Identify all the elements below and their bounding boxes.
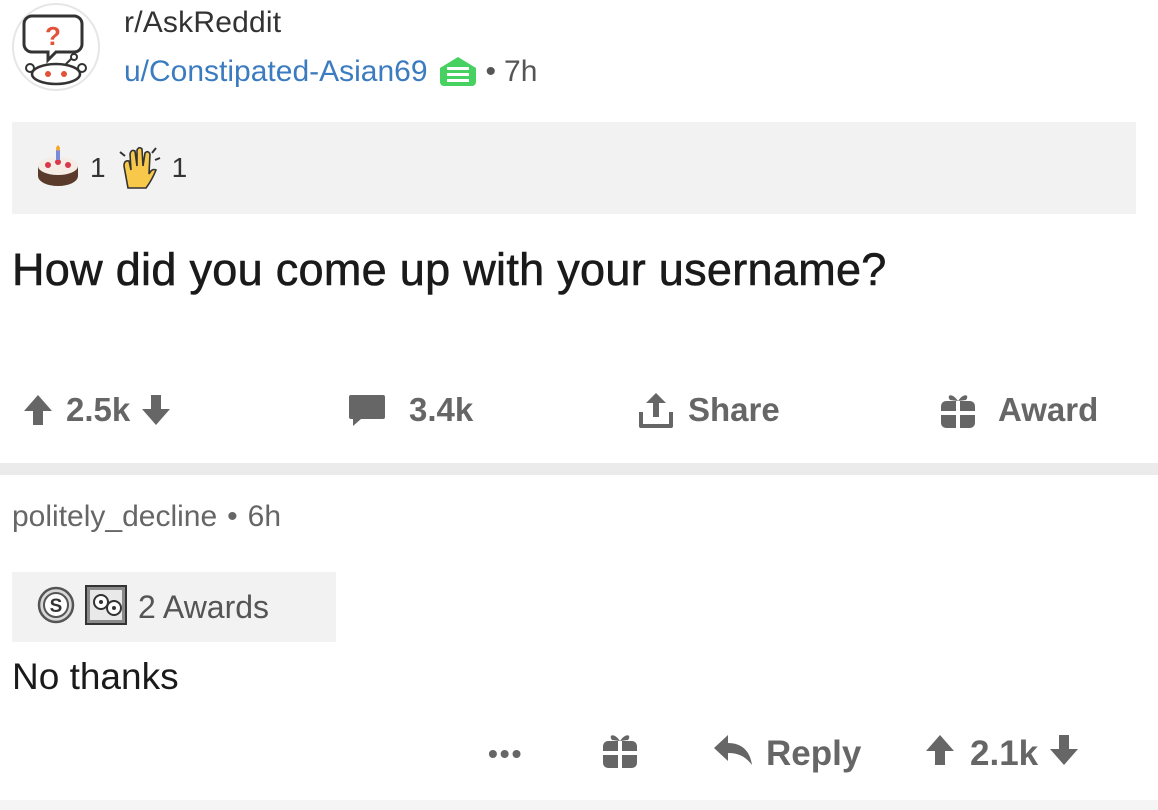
downvote-arrow-icon[interactable]	[1048, 733, 1080, 776]
svg-text:S: S	[50, 596, 63, 617]
post-award-button[interactable]: Award	[938, 380, 1098, 440]
downvote-arrow-icon[interactable]	[140, 393, 172, 427]
post-meta-separator: •	[485, 55, 497, 88]
post-author-line: u/Constipated-Asian69 • 7h	[124, 54, 537, 90]
upvote-arrow-icon[interactable]	[924, 733, 956, 776]
comment-author[interactable]: politely_decline	[12, 500, 217, 533]
comment-bubble-icon	[347, 392, 387, 428]
comment-timestamp: 6h	[247, 500, 282, 533]
reply-arrow-icon	[712, 733, 754, 776]
section-divider	[0, 463, 1158, 475]
clapping-award-count: 1	[171, 152, 188, 183]
post-timestamp: 7h	[504, 55, 538, 88]
comment-awards-bar[interactable]: S 2 Awards	[12, 572, 336, 642]
share-label: Share	[688, 391, 780, 428]
comment-meta-separator: •	[227, 500, 238, 533]
cake-award-count: 1	[90, 152, 106, 183]
post-action-bar: 2.5k 3.4k Share Award	[0, 380, 1158, 440]
comment-action-bar: ••• Reply 2.1k	[0, 722, 1158, 786]
subreddit-avatar-icon[interactable]: ?	[10, 2, 102, 92]
post-author-link[interactable]: u/Constipated-Asian69	[124, 55, 428, 89]
comment-meta: politely_decline • 6h	[12, 500, 281, 534]
face-picture-award-icon	[84, 584, 128, 631]
svg-text:?: ?	[45, 21, 61, 51]
award-label: Award	[998, 391, 1099, 428]
comment-vote-control: 2.1k	[924, 722, 1080, 786]
comment-award-button[interactable]	[600, 722, 640, 786]
post-score: 2.5k	[66, 391, 131, 428]
moderator-shield-icon	[436, 54, 480, 90]
comment-body: No thanks	[12, 656, 179, 697]
reply-button[interactable]: Reply	[712, 722, 861, 786]
post-title[interactable]: How did you come up with your username?	[12, 244, 887, 296]
post-header: ? r/AskReddit u/Constipated-Asian69 • 7h	[0, 0, 1158, 110]
bottom-divider	[0, 800, 1158, 810]
upvote-arrow-icon[interactable]	[22, 393, 54, 427]
cake-award-icon	[34, 144, 82, 192]
reply-label: Reply	[766, 734, 862, 773]
comment-score: 2.1k	[970, 734, 1039, 773]
gift-icon	[600, 730, 640, 779]
post-awards-bar[interactable]: 1 1	[12, 122, 1136, 214]
post-share-button[interactable]: Share	[638, 380, 780, 440]
post-comments-button[interactable]: 3.4k	[347, 380, 473, 440]
share-upload-icon	[638, 390, 674, 430]
post-comment-count: 3.4k	[409, 391, 474, 428]
more-options-button[interactable]: •••	[488, 722, 523, 786]
post-vote-control: 2.5k	[22, 380, 172, 440]
silver-coin-award-icon: S	[36, 585, 76, 630]
gift-icon	[938, 390, 978, 430]
clapping-hands-award-icon	[116, 144, 164, 192]
comment-awards-label: 2 Awards	[138, 588, 270, 625]
subreddit-name[interactable]: r/AskReddit	[124, 6, 281, 40]
